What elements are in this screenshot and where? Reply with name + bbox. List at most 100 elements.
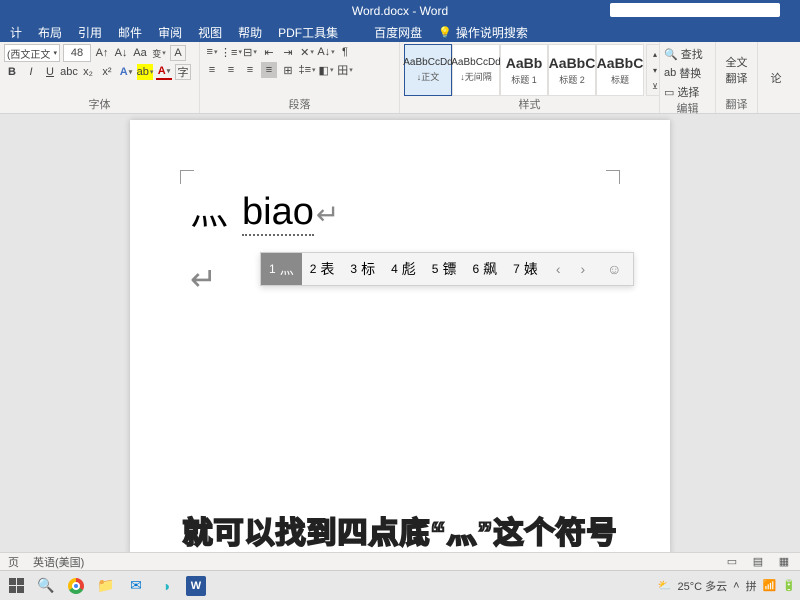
multilevel-icon[interactable]: ⊟ <box>242 44 258 60</box>
taskbar-search-icon[interactable]: 🔍 <box>34 574 58 598</box>
status-page[interactable]: 页 <box>8 554 19 570</box>
style-title[interactable]: AaBbC标题 <box>596 44 644 96</box>
sort-icon[interactable]: A↓ <box>318 44 334 60</box>
tab-pdf[interactable]: PDF工具集 <box>270 22 346 42</box>
tab-design[interactable]: 计 <box>2 22 30 42</box>
text-effects-icon[interactable]: A <box>118 64 134 80</box>
ime-candidate-3[interactable]: 3标 <box>342 253 383 285</box>
group-label-font: 字体 <box>4 96 195 113</box>
font-name-select[interactable]: (西文正文▾ <box>4 44 60 62</box>
tab-mailings[interactable]: 邮件 <box>110 22 150 42</box>
tray-lang-icon[interactable]: 拼 <box>746 578 757 594</box>
style-normal[interactable]: AaBbCcDd↓正文 <box>404 44 452 96</box>
style-no-spacing[interactable]: AaBbCcDd↓无间隔 <box>452 44 500 96</box>
tab-layout[interactable]: 布局 <box>30 22 70 42</box>
align-center-icon[interactable]: ≡ <box>223 62 239 78</box>
borders-icon[interactable]: 田 <box>337 62 353 78</box>
align-left-icon[interactable]: ≡ <box>204 62 220 78</box>
taskbar-chrome-icon[interactable] <box>64 574 88 598</box>
indent-dec-icon[interactable]: ⇤ <box>261 44 277 60</box>
line-spacing-icon[interactable]: ‡≡ <box>299 62 315 78</box>
bold-icon[interactable]: B <box>4 64 20 80</box>
margin-corner <box>606 170 620 184</box>
taskbar-files-icon[interactable]: 📁 <box>94 574 118 598</box>
window-title: Word.docx - Word <box>352 4 448 18</box>
replace-icon: ab <box>664 67 676 79</box>
ime-candidate-2[interactable]: 2表 <box>302 253 343 285</box>
change-case-icon[interactable]: Aa <box>132 45 148 61</box>
bullets-icon[interactable]: ≡ <box>204 44 220 60</box>
tray-wifi-icon[interactable]: 📶 <box>763 579 777 592</box>
page[interactable]: 灬 biao ↵ ↵ 1灬 2表 3标 4彪 5镖 6飙 7婊 ‹ › ☺ <box>130 120 670 555</box>
numbering-icon[interactable]: ⋮≡ <box>223 44 239 60</box>
ribbon: (西文正文▾ 48 A↑ A↓ Aa 变 A B I U abc x₂ x² A… <box>0 42 800 114</box>
shading-icon[interactable]: ◧ <box>318 62 334 78</box>
group-label-trans: 翻译 <box>720 96 753 113</box>
document-area: 灬 biao ↵ ↵ 1灬 2表 3标 4彪 5镖 6飙 7婊 ‹ › ☺ <box>0 114 800 555</box>
view-web-icon[interactable]: ▦ <box>776 554 792 570</box>
find-icon: 🔍 <box>664 48 678 61</box>
ribbon-group-font: (西文正文▾ 48 A↑ A↓ Aa 变 A B I U abc x₂ x² A… <box>0 42 200 113</box>
doc-char: 灬 <box>190 180 228 235</box>
tray-chevron-icon[interactable]: ˄ <box>733 580 739 592</box>
tab-review[interactable]: 审阅 <box>150 22 190 42</box>
status-language[interactable]: 英语(美国) <box>33 554 84 570</box>
tab-baidu[interactable]: 百度网盘 <box>366 22 430 42</box>
grow-font-icon[interactable]: A↑ <box>94 45 110 61</box>
taskbar-word-icon[interactable]: W <box>184 574 208 598</box>
ime-candidate-4[interactable]: 4彪 <box>383 253 424 285</box>
align-right-icon[interactable]: ≡ <box>242 62 258 78</box>
strike-icon[interactable]: abc <box>61 64 77 80</box>
tell-me[interactable]: 💡 操作说明搜索 <box>430 24 528 41</box>
phonetic-icon[interactable]: 变 <box>151 45 167 61</box>
styles-gallery: AaBbCcDd↓正文 AaBbCcDd↓无间隔 AaBb标题 1 AaBbC标… <box>404 44 644 96</box>
indent-inc-icon[interactable]: ⇥ <box>280 44 296 60</box>
superscript-icon[interactable]: x² <box>99 64 115 80</box>
weather-text[interactable]: 25°C 多云 <box>678 578 728 594</box>
italic-icon[interactable]: I <box>23 64 39 80</box>
show-marks-icon[interactable]: ¶ <box>337 44 353 60</box>
tab-view[interactable]: 视图 <box>190 22 230 42</box>
select-button[interactable]: ▭选择 <box>664 84 711 100</box>
status-bar: 页 英语(美国) ▭ ▤ ▦ <box>0 552 800 570</box>
shrink-font-icon[interactable]: A↓ <box>113 45 129 61</box>
ribbon-group-styles: AaBbCcDd↓正文 AaBbCcDd↓无间隔 AaBb标题 1 AaBbC标… <box>400 42 660 113</box>
align-justify-icon[interactable]: ≡ <box>261 62 277 78</box>
group-label-save <box>762 112 790 113</box>
text-dir-icon[interactable]: ✕ <box>299 44 315 60</box>
highlight-icon[interactable]: ab <box>137 64 153 80</box>
weather-icon[interactable]: ⛅ <box>658 579 672 592</box>
doc-line-1: 灬 biao ↵ <box>190 180 610 236</box>
underline-icon[interactable]: U <box>42 64 58 80</box>
ime-candidate-7[interactable]: 7婊 <box>505 253 546 285</box>
style-heading1[interactable]: AaBb标题 1 <box>500 44 548 96</box>
font-size-select[interactable]: 48 <box>63 44 91 62</box>
ime-prev-icon[interactable]: ‹ <box>546 261 571 277</box>
ime-candidate-bar: 1灬 2表 3标 4彪 5镖 6飙 7婊 ‹ › ☺ <box>260 252 634 286</box>
ime-candidate-1[interactable]: 1灬 <box>261 253 302 285</box>
char-shading-icon[interactable]: 字 <box>175 64 191 80</box>
subscript-icon[interactable]: x₂ <box>80 64 96 80</box>
find-button[interactable]: 🔍查找 <box>664 46 711 62</box>
translate-button[interactable]: 全文翻译 <box>726 54 748 86</box>
ime-emoji-icon[interactable]: ☺ <box>595 261 633 277</box>
ime-next-icon[interactable]: › <box>570 261 595 277</box>
margin-corner <box>180 170 194 184</box>
ime-candidate-6[interactable]: 6飙 <box>464 253 505 285</box>
font-color-icon[interactable]: A <box>156 64 172 80</box>
char-border-icon[interactable]: A <box>170 45 186 61</box>
view-read-icon[interactable]: ▭ <box>724 554 740 570</box>
distribute-icon[interactable]: ⊞ <box>280 62 296 78</box>
ime-candidate-5[interactable]: 5镖 <box>424 253 465 285</box>
taskbar-edge-icon[interactable]: ◑ <box>154 574 178 598</box>
taskbar-mail-icon[interactable]: ✉ <box>124 574 148 598</box>
start-button[interactable] <box>4 574 28 598</box>
tab-references[interactable]: 引用 <box>70 22 110 42</box>
tray-battery-icon[interactable]: 🔋 <box>782 579 796 592</box>
tab-help[interactable]: 帮助 <box>230 22 270 42</box>
style-heading2[interactable]: AaBbC标题 2 <box>548 44 596 96</box>
ime-composition: biao <box>242 191 314 236</box>
view-print-icon[interactable]: ▤ <box>750 554 766 570</box>
replace-button[interactable]: ab替换 <box>664 65 711 81</box>
save-icon[interactable]: 论 <box>771 70 782 86</box>
